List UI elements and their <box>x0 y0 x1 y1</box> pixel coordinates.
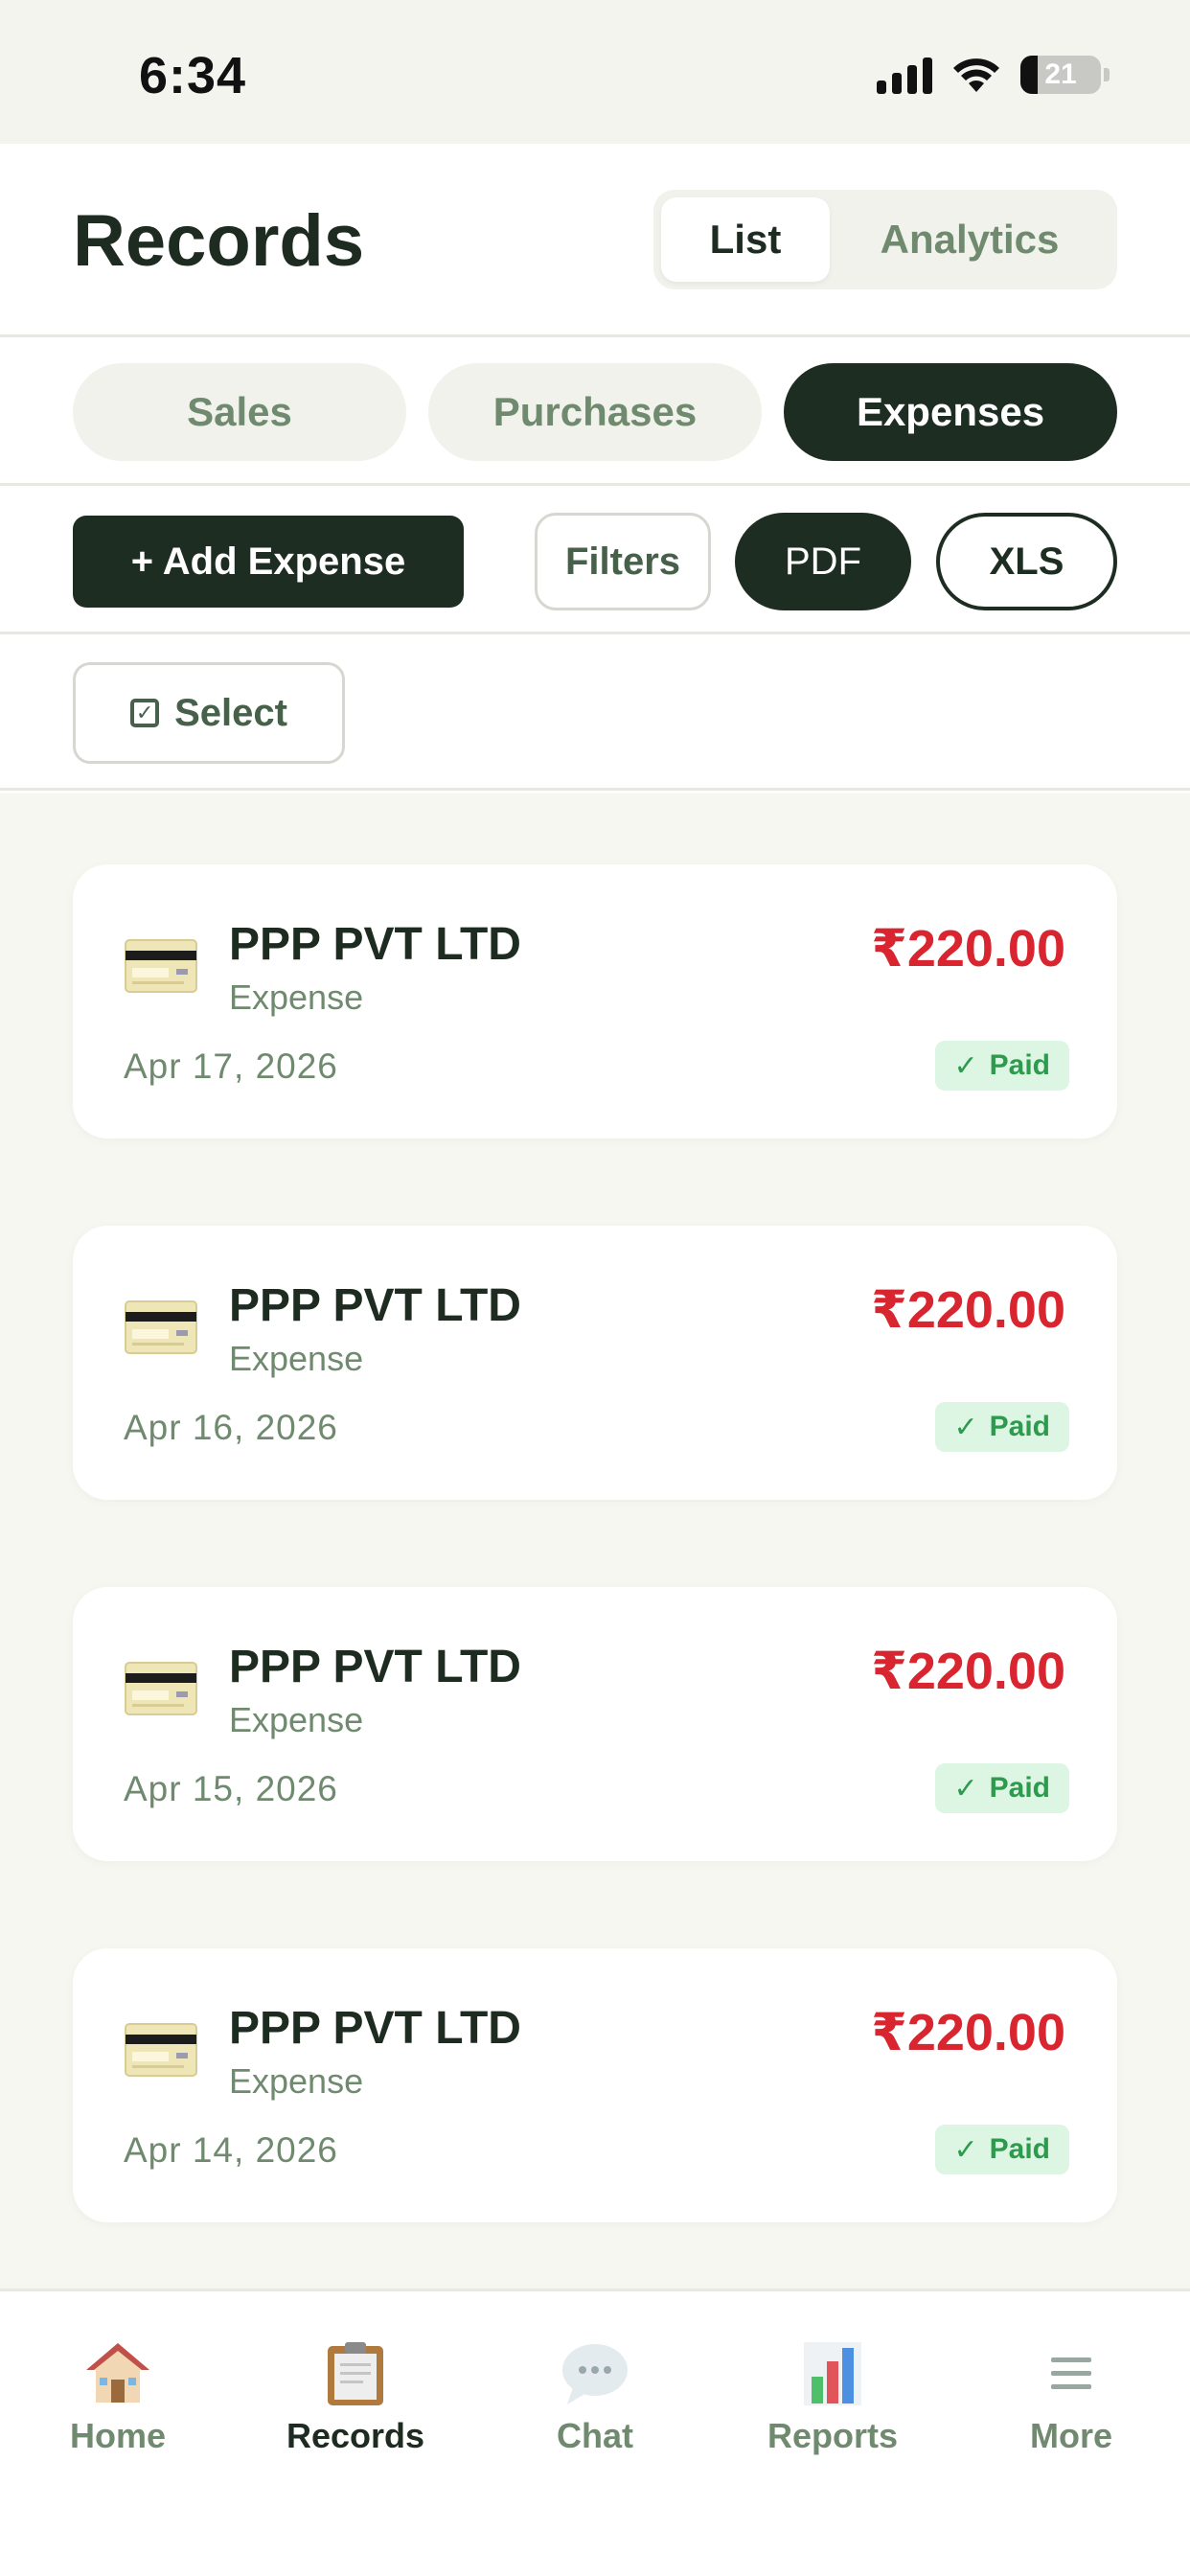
xls-export-button[interactable]: XLS <box>936 513 1117 610</box>
checkmark-icon: ✓ <box>953 1411 978 1443</box>
battery-icon: 21 <box>1020 56 1101 94</box>
credit-card-icon <box>125 2023 197 2077</box>
credit-card-icon <box>125 1300 197 1354</box>
record-name: PPP PVT LTD <box>229 1642 521 1692</box>
record-amount: ₹220.00 <box>871 2004 1065 2061</box>
record-type: Expense <box>229 1700 364 1739</box>
record-date: Apr 17, 2026 <box>124 1046 338 1086</box>
view-toggle-analytics[interactable]: Analytics <box>830 197 1110 282</box>
nav-more[interactable]: More <box>975 2339 1167 2456</box>
nav-more-label: More <box>1029 2416 1112 2455</box>
record-card[interactable]: PPP PVT LTD Expense Apr 17, 2026 ₹220.00… <box>73 864 1117 1138</box>
hamburger-menu-icon <box>1051 2358 1091 2389</box>
status-badge: ✓ Paid <box>934 1402 1069 1452</box>
actions-row: + Add Expense Filters PDF XLS <box>0 489 1190 634</box>
checkmark-icon: ✓ <box>953 2133 978 2166</box>
nav-reports[interactable]: Reports <box>737 2339 928 2456</box>
record-name: PPP PVT LTD <box>229 919 521 970</box>
status-badge: ✓ Paid <box>934 1041 1069 1091</box>
header: Records List Analytics <box>0 144 1190 337</box>
select-button-label: Select <box>174 691 287 734</box>
speech-bubble-icon <box>562 2344 628 2404</box>
record-type: Expense <box>229 978 364 1017</box>
status-badge: ✓ Paid <box>934 2125 1069 2174</box>
tab-sales[interactable]: Sales <box>73 363 406 461</box>
tab-expenses[interactable]: Expenses <box>784 363 1117 461</box>
record-card[interactable]: PPP PVT LTD Expense Apr 14, 2026 ₹220.00… <box>73 1948 1117 2222</box>
battery-level: 21 <box>1044 58 1077 90</box>
checkbox-icon: ✓ <box>130 699 160 727</box>
cellular-signal-icon <box>877 56 932 94</box>
credit-card-icon <box>125 939 197 993</box>
record-date: Apr 14, 2026 <box>124 2130 338 2170</box>
record-type: Expense <box>229 2061 364 2101</box>
nav-chat[interactable]: Chat <box>499 2339 691 2456</box>
select-row: ✓ Select <box>0 637 1190 791</box>
record-card[interactable]: PPP PVT LTD Expense Apr 16, 2026 ₹220.00… <box>73 1226 1117 1500</box>
record-type: Expense <box>229 1339 364 1378</box>
record-date: Apr 16, 2026 <box>124 1408 338 1447</box>
record-name: PPP PVT LTD <box>229 1280 521 1331</box>
record-name: PPP PVT LTD <box>229 2003 521 2054</box>
checkmark-icon: ✓ <box>953 1772 978 1805</box>
credit-card-icon <box>125 1662 197 1715</box>
add-expense-button[interactable]: + Add Expense <box>73 516 464 608</box>
nav-reports-label: Reports <box>767 2416 899 2455</box>
nav-home-label: Home <box>69 2416 167 2455</box>
status-badge-label: Paid <box>989 1411 1050 1442</box>
status-badge-label: Paid <box>989 1049 1050 1081</box>
nav-chat-label: Chat <box>557 2416 633 2455</box>
record-amount: ₹220.00 <box>871 1281 1065 1339</box>
nav-records[interactable]: Records <box>260 2339 451 2456</box>
pdf-export-button[interactable]: PDF <box>735 513 911 610</box>
record-card[interactable]: PPP PVT LTD Expense Apr 15, 2026 ₹220.00… <box>73 1587 1117 1861</box>
status-bar: 6:34 21 <box>0 0 1190 144</box>
filters-button[interactable]: Filters <box>535 513 711 610</box>
record-amount: ₹220.00 <box>871 920 1065 978</box>
bar-chart-icon <box>804 2342 861 2405</box>
record-amount: ₹220.00 <box>871 1643 1065 1700</box>
status-time: 6:34 <box>139 47 247 104</box>
status-badge-label: Paid <box>989 1772 1050 1804</box>
select-button[interactable]: ✓ Select <box>73 662 345 764</box>
status-badge: ✓ Paid <box>934 1763 1069 1813</box>
tab-purchases[interactable]: Purchases <box>428 363 762 461</box>
house-icon <box>86 2343 149 2403</box>
status-badge-label: Paid <box>989 2133 1050 2165</box>
category-tabs: Sales Purchases Expenses <box>0 340 1190 486</box>
records-list: PPP PVT LTD Expense Apr 17, 2026 ₹220.00… <box>0 794 1190 2288</box>
status-icons: 21 <box>877 56 1110 94</box>
view-toggle: List Analytics <box>653 190 1117 289</box>
page-title: Records <box>73 200 365 282</box>
checkmark-icon: ✓ <box>953 1049 978 1082</box>
nav-home[interactable]: Home <box>22 2339 214 2456</box>
wifi-icon <box>953 58 999 92</box>
clipboard-icon <box>328 2342 383 2405</box>
view-toggle-list[interactable]: List <box>661 197 830 282</box>
record-date: Apr 15, 2026 <box>124 1769 338 1808</box>
nav-records-label: Records <box>286 2416 425 2455</box>
bottom-nav: Home Records Chat Reports More <box>0 2288 1190 2576</box>
